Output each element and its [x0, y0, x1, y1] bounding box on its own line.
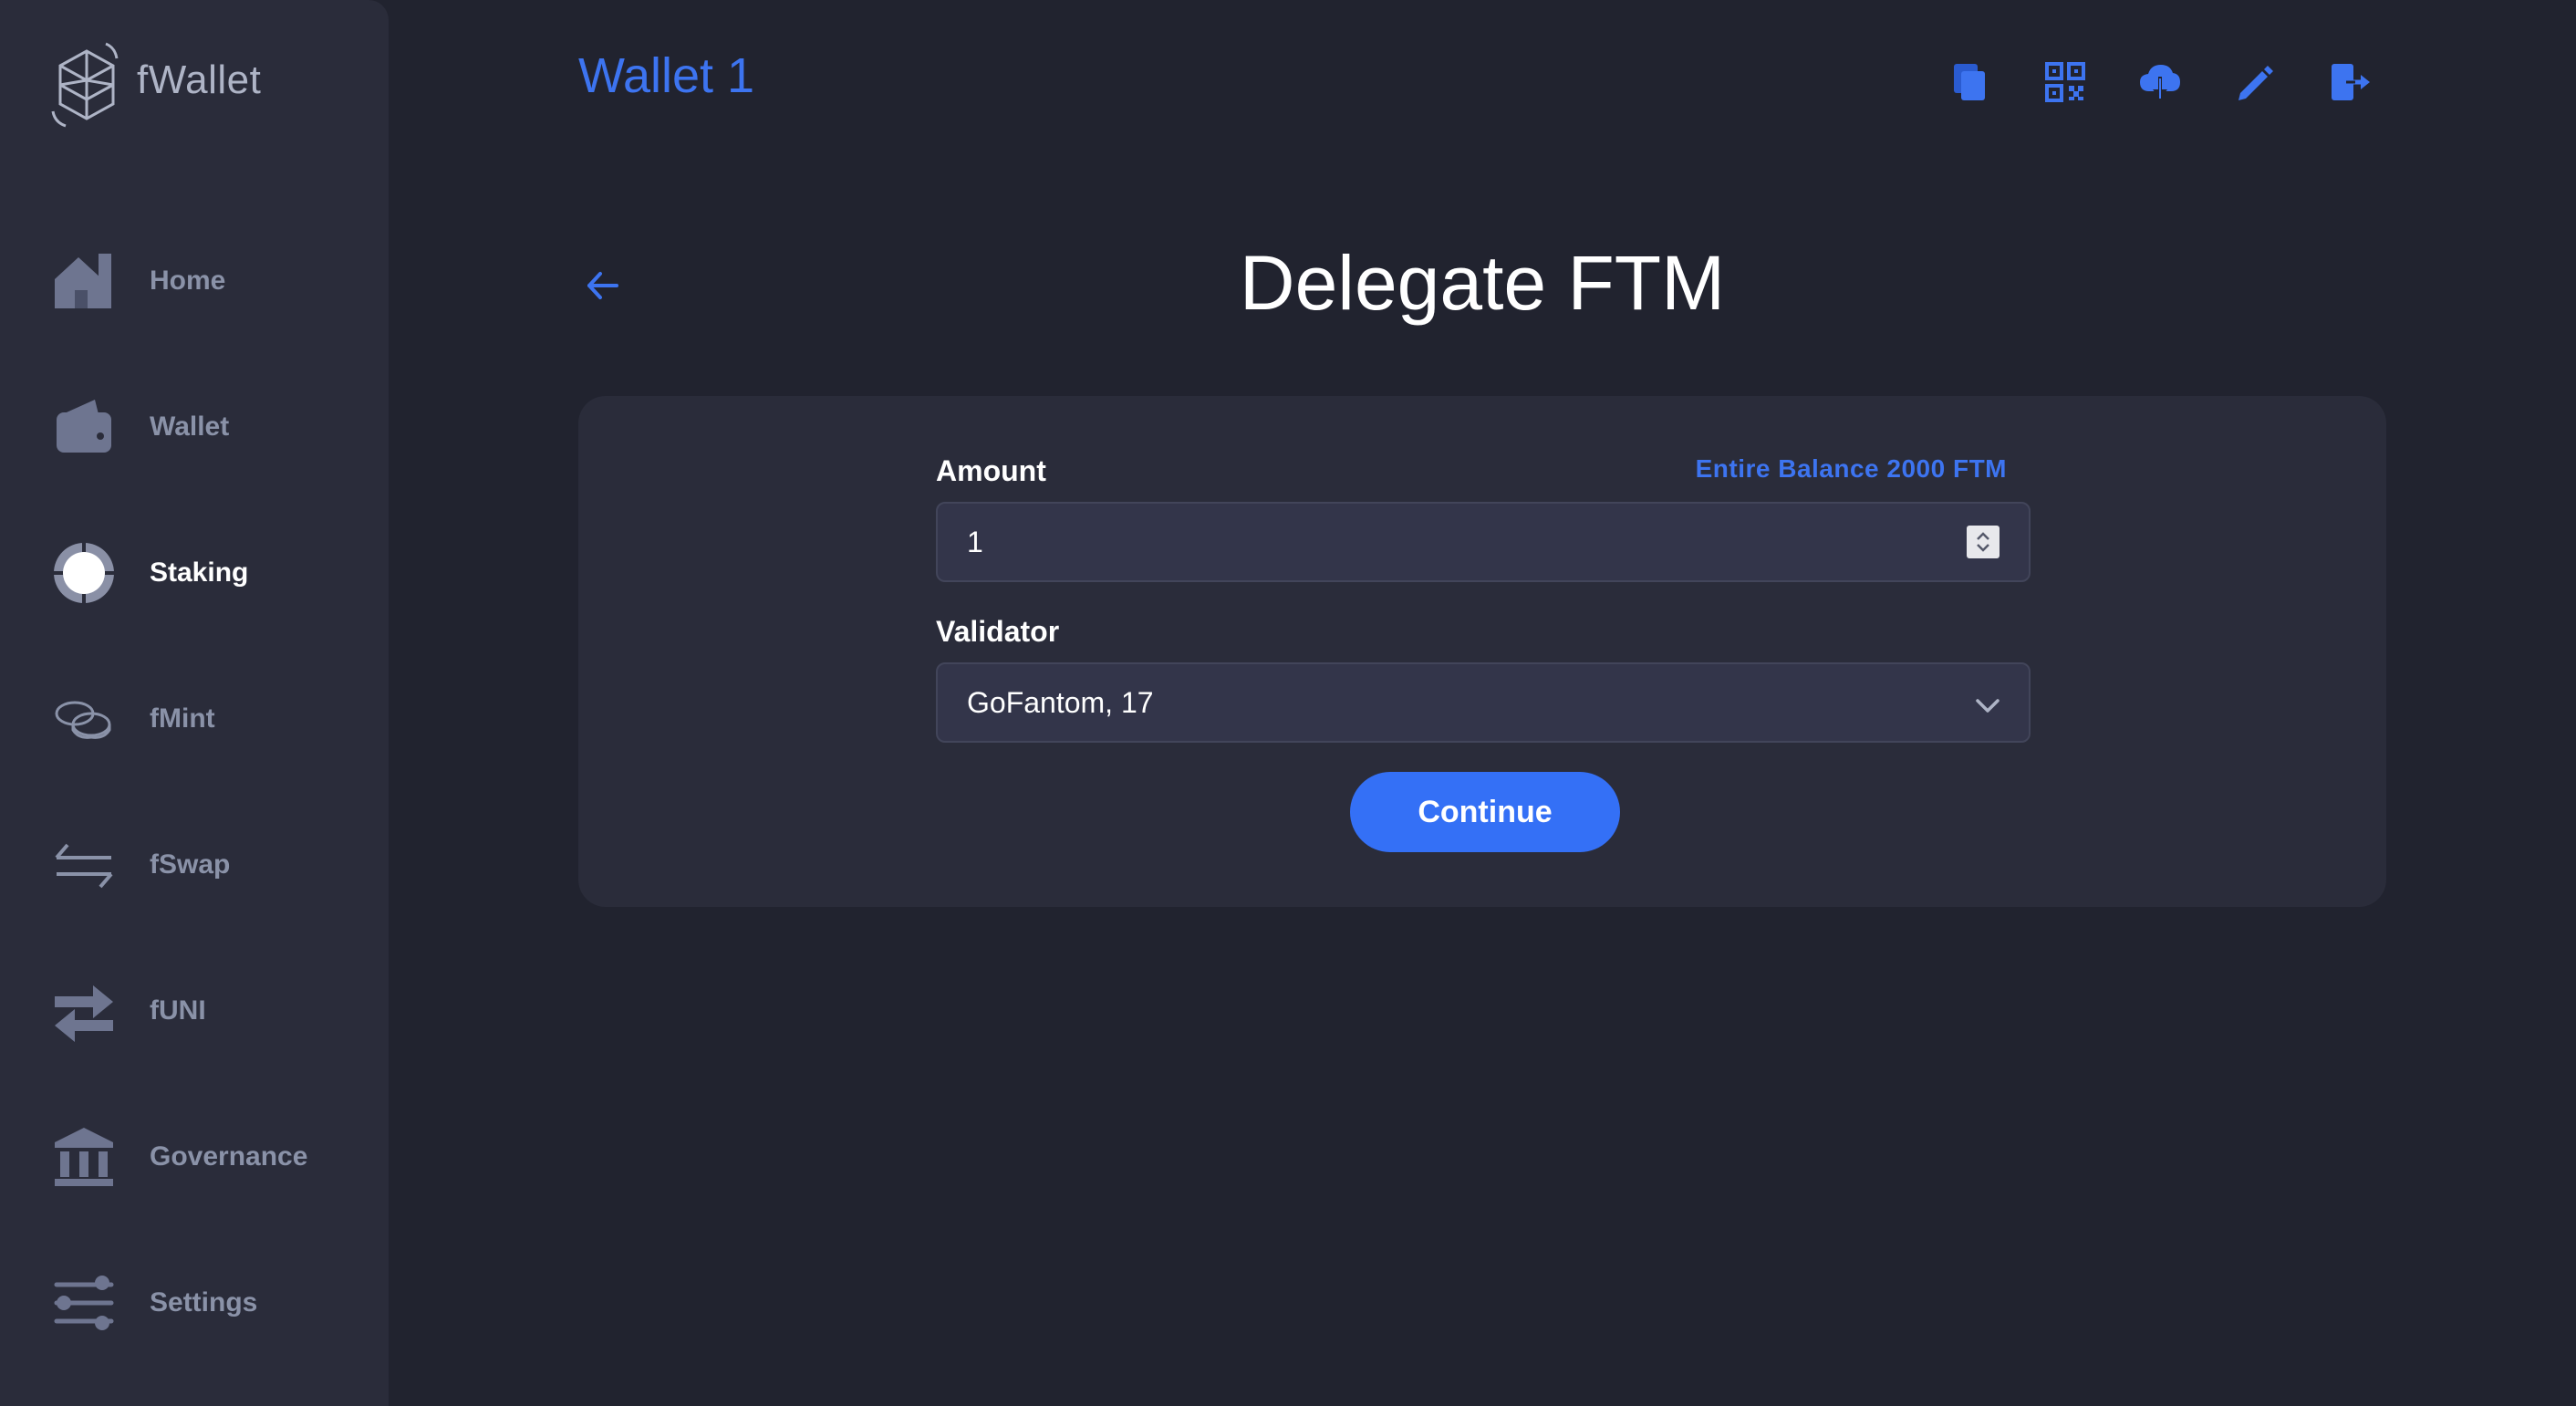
cloud-download-icon: [2140, 65, 2180, 99]
fantom-logo-icon: [51, 42, 119, 128]
transfer-arrows-icon: [51, 978, 117, 1044]
app-name: fWallet: [137, 57, 262, 102]
stepper-arrows-icon: [1977, 532, 1989, 552]
delegate-form-card: Amount Entire Balance 2000 FTM 1 Validat…: [578, 396, 2386, 907]
swap-icon: [51, 832, 117, 898]
header-actions: [1945, 57, 2419, 108]
amount-value: 1: [967, 525, 983, 558]
sliders-icon: [51, 1270, 117, 1336]
sidebar-item-label: Settings: [150, 1287, 258, 1317]
sidebar-item-staking[interactable]: Staking: [51, 527, 361, 619]
amount-label: Amount: [936, 454, 1046, 487]
sidebar-item-fswap[interactable]: fSwap: [51, 819, 361, 911]
download-button[interactable]: [2135, 57, 2186, 108]
copy-icon: [1954, 64, 1985, 100]
amount-input[interactable]: 1: [936, 502, 2031, 582]
sidebar-item-home[interactable]: Home: [51, 235, 361, 327]
sidebar-item-settings[interactable]: Settings: [51, 1257, 361, 1349]
arrow-left-icon: [587, 272, 618, 299]
validator-select[interactable]: GoFantom, 17: [936, 662, 2031, 743]
sidebar-item-label: Staking: [150, 557, 249, 588]
edit-wallet-button[interactable]: [2229, 57, 2280, 108]
page-title: Delegate FTM: [1239, 240, 1726, 326]
sidebar-item-label: Governance: [150, 1141, 308, 1172]
logout-icon: [2332, 64, 2370, 100]
bank-icon: [51, 1124, 117, 1190]
logout-button[interactable]: [2324, 57, 2375, 108]
qr-code-button[interactable]: [2040, 57, 2091, 108]
app-logo[interactable]: fWallet: [49, 38, 261, 133]
coins-icon: [51, 686, 117, 752]
wallet-icon: [51, 394, 117, 460]
entire-balance-link[interactable]: Entire Balance 2000 FTM: [1696, 454, 2007, 484]
sidebar: fWallet Home Wallet Staking fMint fSwap …: [0, 0, 389, 1406]
copy-address-button[interactable]: [1945, 57, 1996, 108]
back-button[interactable]: [580, 263, 626, 308]
edit-pencil-icon: [2238, 66, 2273, 100]
continue-button[interactable]: Continue: [1350, 772, 1620, 852]
sidebar-item-fmint[interactable]: fMint: [51, 673, 361, 765]
amount-stepper[interactable]: [1967, 526, 2000, 558]
home-icon: [51, 248, 117, 314]
sidebar-item-wallet[interactable]: Wallet: [51, 381, 361, 473]
sidebar-item-label: fUNI: [150, 995, 206, 1026]
validator-selected-value: GoFantom, 17: [967, 685, 1154, 719]
sidebar-item-label: fSwap: [150, 849, 231, 880]
sidebar-item-label: Home: [150, 266, 226, 296]
sidebar-item-label: fMint: [150, 703, 215, 734]
chevron-down-icon: [1976, 699, 2000, 713]
sidebar-item-governance[interactable]: Governance: [51, 1111, 361, 1203]
qr-code-icon: [2045, 62, 2085, 102]
sidebar-item-funi[interactable]: fUNI: [51, 965, 361, 1057]
sidebar-item-label: Wallet: [150, 411, 230, 442]
wallet-title[interactable]: Wallet 1: [578, 47, 754, 104]
validator-label: Validator: [936, 615, 1060, 648]
staking-icon: [51, 540, 117, 606]
